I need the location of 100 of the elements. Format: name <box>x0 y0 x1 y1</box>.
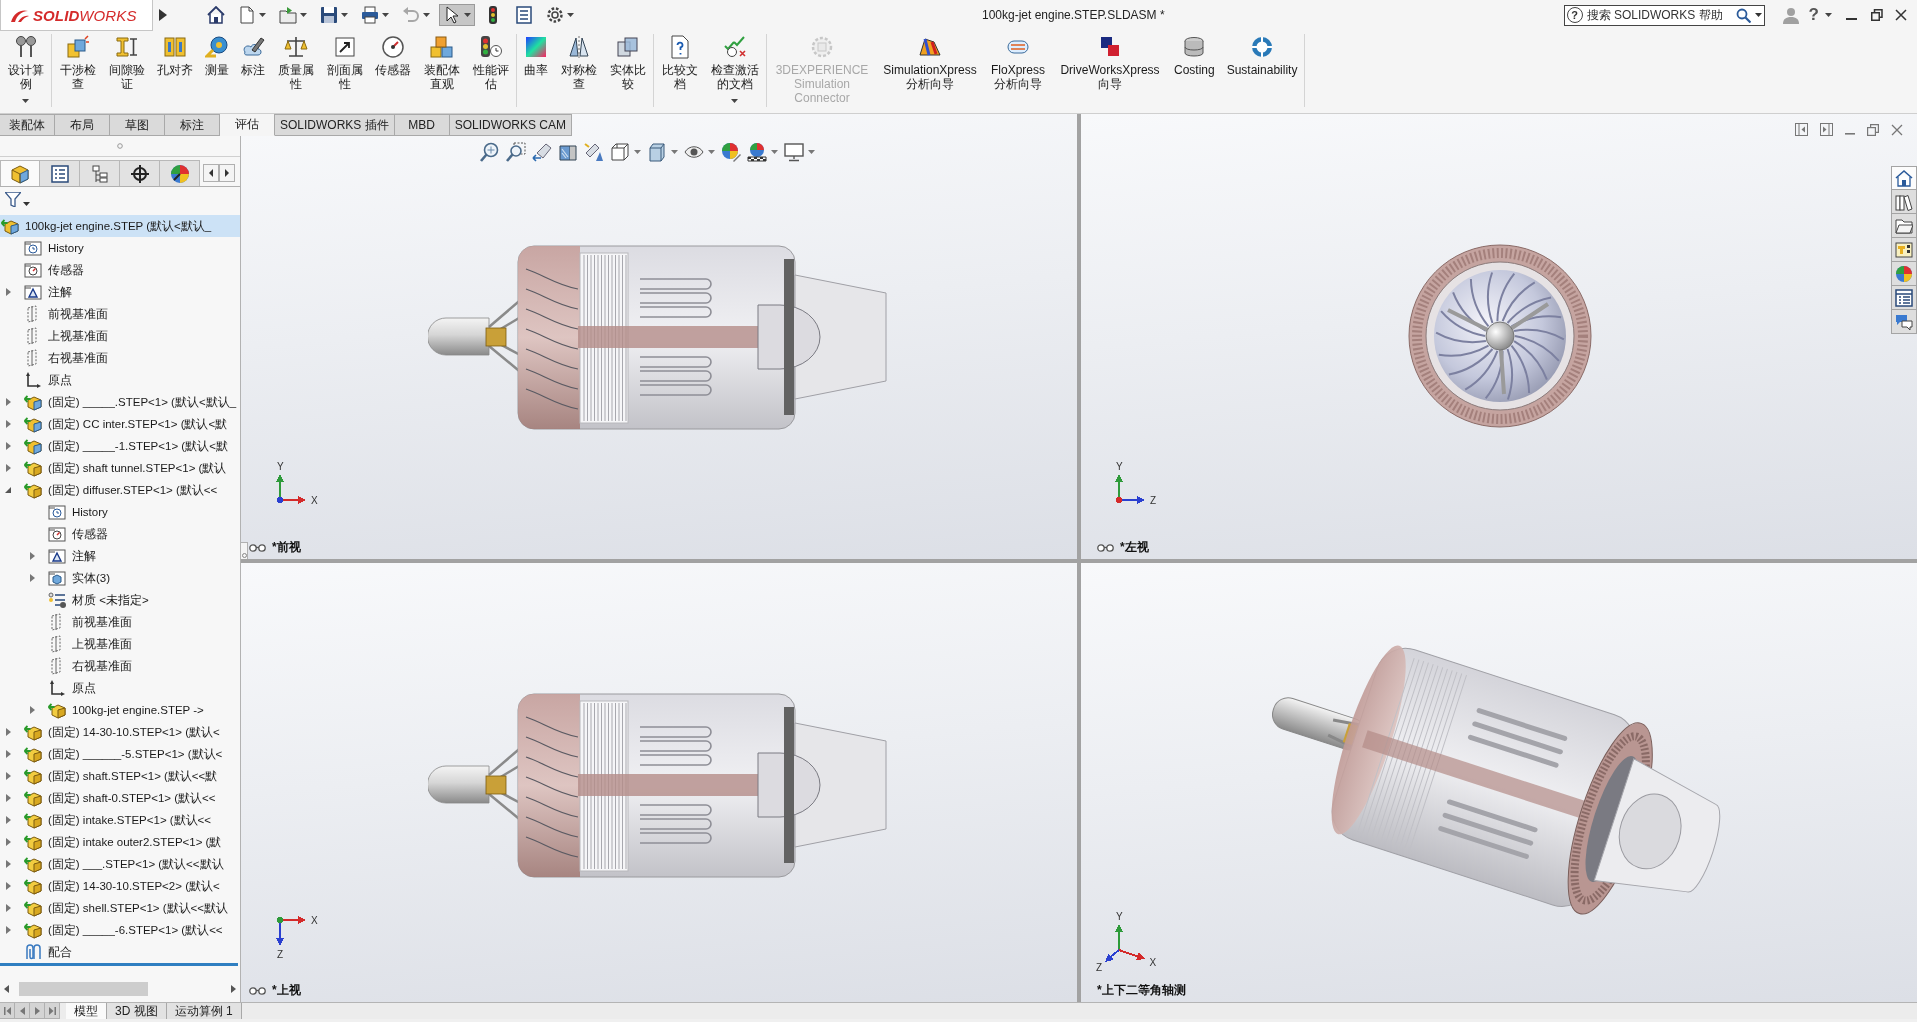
tree-item[interactable]: (固定) _____.STEP<1> (默认<默认_ <box>0 391 240 413</box>
task-pane-tab[interactable] <box>1891 286 1917 310</box>
tree-item[interactable]: (固定) CC inter.STEP<1> (默认<默 <box>0 413 240 435</box>
tree-item[interactable]: (固定) intake outer2.STEP<1> (默 <box>0 831 240 853</box>
restore-icon[interactable] <box>1871 9 1883 21</box>
command-button[interactable]: SimulationXpress 分析向导 <box>876 34 984 107</box>
tree-item[interactable]: (固定) _____-6.STEP<1> (默认<< <box>0 919 240 941</box>
caret-icon[interactable] <box>341 13 348 17</box>
color-ball-pencil-icon[interactable] <box>721 142 741 162</box>
slanted-bar-triangle-icon[interactable] <box>584 142 604 162</box>
monitor-icon[interactable] <box>784 142 804 162</box>
command-tab[interactable]: SOLIDWORKS 插件 <box>275 114 395 136</box>
command-button[interactable]: 曲率 <box>518 34 554 107</box>
caret-icon[interactable] <box>464 13 471 17</box>
command-button[interactable]: Sustainability <box>1220 34 1304 107</box>
panel-tab[interactable] <box>120 160 160 186</box>
tree-item[interactable]: (固定) _____-1.STEP<1> (默认<默 <box>0 435 240 457</box>
command-tab[interactable]: 布局 <box>55 114 110 136</box>
tree-item[interactable]: (固定) shaft tunnel.STEP<1> (默认 <box>0 457 240 479</box>
tree-item[interactable]: 右视基准面 <box>0 347 240 369</box>
task-pane-tab[interactable] <box>1891 238 1917 262</box>
toolbar-button[interactable] <box>439 4 475 26</box>
help-search-field[interactable]: ? 搜索 SOLIDWORKS 帮助 <box>1563 4 1765 26</box>
tree-item[interactable]: 传感器 <box>0 259 240 281</box>
model-tab[interactable]: 运动算例 1 <box>166 1003 242 1019</box>
caret-icon[interactable] <box>567 13 574 17</box>
tree-item[interactable]: 100kg-jet engine.STEP -> <box>0 699 240 721</box>
scroll-left-icon[interactable] <box>4 985 9 993</box>
color-ball-floor-icon[interactable] <box>747 142 767 162</box>
command-button[interactable]: 对称检查 <box>554 34 603 107</box>
caret-icon[interactable] <box>22 99 29 103</box>
tree-item[interactable]: (固定) shell.STEP<1> (默认<<默认 <box>0 897 240 919</box>
tree-item[interactable]: (固定) 14-30-10.STEP<2> (默认< <box>0 875 240 897</box>
command-button[interactable]: 测量 <box>199 34 235 107</box>
tree-item[interactable]: 原点 <box>0 369 240 391</box>
task-pane-tab[interactable] <box>1891 310 1917 334</box>
tree-item[interactable]: 100kg-jet engine.STEP (默认<默认_ <box>0 215 240 237</box>
tree-item[interactable]: 前视基准面 <box>0 611 240 633</box>
command-button[interactable]: 设计算例 <box>1 34 50 107</box>
tree-item[interactable]: 前视基准面 <box>0 303 240 325</box>
scroll-right-button[interactable] <box>219 164 235 182</box>
expand-arrow-icon[interactable] <box>159 9 167 21</box>
command-button[interactable]: FloXpress 分析向导 <box>984 34 1052 107</box>
command-button[interactable]: DriveWorksXpress 向导 <box>1052 34 1168 107</box>
tree-item[interactable]: 右视基准面 <box>0 655 240 677</box>
caret-icon[interactable] <box>731 99 738 103</box>
scrollbar-thumb[interactable] <box>19 982 148 996</box>
tree-item[interactable]: 上视基准面 <box>0 325 240 347</box>
command-button[interactable]: 剖面属性 <box>320 34 369 107</box>
grip-icon[interactable] <box>241 552 247 558</box>
help-menu-button[interactable]: ? <box>1808 5 1819 25</box>
scroll-right-icon[interactable] <box>231 985 236 993</box>
tree-item[interactable]: 材质 <未指定> <box>0 589 240 611</box>
user-icon[interactable] <box>1782 6 1799 24</box>
shaded-cube-icon[interactable] <box>647 142 667 162</box>
filter-icon[interactable] <box>5 191 21 207</box>
caret-icon[interactable] <box>1825 13 1832 17</box>
tree-item[interactable]: 实体(3) <box>0 567 240 589</box>
tree-item[interactable]: 配合 <box>0 941 240 963</box>
command-button[interactable]: 检查激活的文档 <box>704 34 765 107</box>
magnifier-icon[interactable] <box>480 142 500 162</box>
task-pane-tab[interactable] <box>1891 166 1917 190</box>
tree-item[interactable]: (固定) diffuser.STEP<1> (默认<< <box>0 479 240 501</box>
tree-item[interactable]: History <box>0 237 240 259</box>
tab-scroll-button[interactable] <box>15 1003 30 1019</box>
command-button[interactable]: 干涉检查 <box>53 34 102 107</box>
magnifier-icon[interactable] <box>506 142 526 162</box>
tree-item[interactable]: (固定) intake.STEP<1> (默认<< <box>0 809 240 831</box>
collapse-arrow-icon[interactable] <box>5 487 11 493</box>
task-pane-tab[interactable] <box>1891 190 1917 214</box>
close-icon[interactable] <box>1895 9 1907 21</box>
command-button[interactable]: 装配体直观 <box>417 34 466 107</box>
command-tab[interactable]: 草图 <box>110 114 165 136</box>
caret-icon[interactable] <box>300 13 307 17</box>
tree-item[interactable]: (固定) ___.STEP<1> (默认<<默认 <box>0 853 240 875</box>
command-button[interactable]: 传感器 <box>369 34 417 107</box>
grip-icon[interactable] <box>117 143 123 149</box>
command-button[interactable]: 性能评估 <box>466 34 515 107</box>
command-button[interactable]: 质量属性 <box>271 34 320 107</box>
scroll-left-button[interactable] <box>203 164 219 182</box>
command-tab[interactable]: 装配体 <box>0 114 55 136</box>
command-button[interactable]: 间隙验证 <box>102 34 151 107</box>
cube-icon[interactable] <box>610 142 630 162</box>
slanted-bar-arrow-icon[interactable] <box>532 142 552 162</box>
command-tab[interactable]: MBD <box>394 114 450 136</box>
tree-item[interactable]: 上视基准面 <box>0 633 240 655</box>
tree-item[interactable]: 注解 <box>0 545 240 567</box>
panel-right-icon[interactable] <box>1820 123 1833 136</box>
tree-item[interactable]: History <box>0 501 240 523</box>
model-tab[interactable]: 3D 视图 <box>107 1003 167 1019</box>
tree-item[interactable]: (固定) shaft-0.STEP<1> (默认<< <box>0 787 240 809</box>
caret-icon[interactable] <box>23 202 30 206</box>
command-button[interactable]: 标注 <box>235 34 271 107</box>
section-view-icon[interactable] <box>558 142 578 162</box>
command-button[interactable]: 孔对齐 <box>151 34 199 107</box>
tree-item[interactable]: (固定) ______-5.STEP<1> (默认< <box>0 743 240 765</box>
caret-icon[interactable] <box>1754 13 1762 17</box>
command-button[interactable]: Costing <box>1168 34 1221 107</box>
tree-item[interactable]: (固定) shaft.STEP<1> (默认<<默 <box>0 765 240 787</box>
model-tab[interactable]: 模型 <box>66 1003 107 1019</box>
